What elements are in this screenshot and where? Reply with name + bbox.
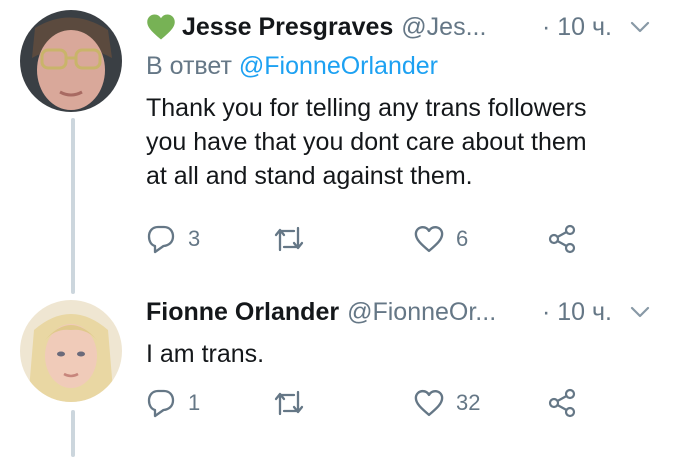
author-name[interactable]: Fionne Orlander: [146, 298, 339, 327]
share-button[interactable]: [546, 386, 578, 420]
like-button[interactable]: 32: [414, 386, 480, 420]
retweet-icon: [272, 224, 306, 254]
timestamp[interactable]: · 10 ч.: [542, 298, 612, 327]
retweet-button[interactable]: [272, 222, 318, 256]
retweet-button[interactable]: [272, 386, 318, 420]
reply-prefix: В ответ: [146, 52, 232, 80]
reply-icon: [146, 388, 176, 418]
tweet-text-line: you have that you dont care about them: [146, 128, 587, 156]
tweet-text-line: at all and stand against them.: [146, 162, 473, 190]
reply-mention-link[interactable]: @FionneOrlander: [239, 52, 438, 80]
share-icon: [546, 223, 578, 255]
like-icon: [414, 225, 444, 253]
share-icon: [546, 387, 578, 419]
like-count: 6: [456, 226, 469, 251]
avatar[interactable]: [20, 10, 122, 112]
timestamp[interactable]: · 10 ч.: [542, 13, 612, 42]
reply-icon: [146, 224, 176, 254]
chevron-down-icon[interactable]: [630, 305, 650, 319]
avatar[interactable]: [20, 300, 122, 402]
tweet-text: I am trans.: [146, 337, 666, 371]
author-handle[interactable]: @FionneOr...: [347, 298, 496, 327]
thread-line-top: [71, 118, 75, 294]
green-heart-icon: [146, 13, 176, 41]
tweet-actions: 1 32: [146, 386, 596, 420]
reply-count: 3: [188, 226, 201, 251]
tweet-text-line: I am trans.: [146, 340, 265, 368]
share-button[interactable]: [546, 222, 578, 256]
tweet-text-line: Thank you for telling any trans follower…: [146, 94, 587, 122]
chevron-down-icon[interactable]: [630, 20, 650, 34]
thread-line-bottom: [71, 410, 75, 457]
tweet-text: Thank you for telling any trans follower…: [146, 91, 666, 193]
retweet-icon: [272, 388, 306, 418]
reply-button[interactable]: 1: [146, 386, 200, 420]
author-name[interactable]: Jesse Presgraves: [182, 13, 393, 42]
tweet-header: Fionne Orlander @FionneOr... · 10 ч.: [146, 293, 650, 331]
tweet-header: Jesse Presgraves @Jes... · 10 ч.: [146, 8, 650, 46]
reply-count: 1: [188, 390, 201, 415]
author-handle[interactable]: @Jes...: [401, 13, 486, 42]
tweet-actions: 3 6: [146, 222, 596, 256]
reply-button[interactable]: 3: [146, 222, 200, 256]
like-button[interactable]: 6: [414, 222, 468, 256]
like-icon: [414, 389, 444, 417]
reply-context: В ответ @FionneOrlander: [146, 52, 438, 81]
like-count: 32: [456, 390, 481, 415]
